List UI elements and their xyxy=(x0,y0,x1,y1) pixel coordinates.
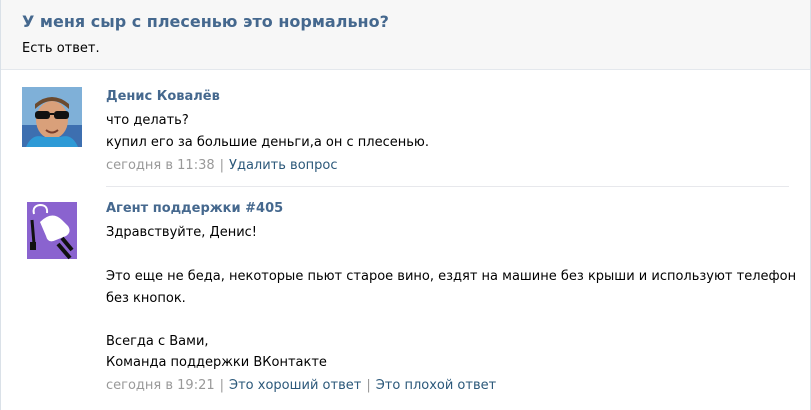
question-author-link[interactable]: Денис Ковалёв xyxy=(106,89,220,104)
user-photo-icon xyxy=(22,87,82,147)
ticket-title: У меня сыр с плесенью это нормально? xyxy=(22,12,389,31)
question-meta: сегодня в 11:38 | Удалить вопрос xyxy=(106,158,338,173)
ticket-status: Есть ответ. xyxy=(22,41,100,56)
question-date: сегодня в 11:38 xyxy=(106,158,215,173)
answer-text-line: Здравствуйте, Денис! xyxy=(106,225,258,240)
support-agent-logo-icon xyxy=(22,200,82,260)
user-avatar[interactable] xyxy=(22,87,82,147)
answer-text-line: Всегда с Вами, xyxy=(106,334,209,349)
answer-text-line: Это еще не беда, некоторые пьют старое в… xyxy=(106,269,797,284)
agent-avatar[interactable] xyxy=(22,200,82,260)
question-text-line: что делать? xyxy=(106,113,189,128)
meta-separator: | xyxy=(219,378,225,393)
good-answer-link[interactable]: Это хороший ответ xyxy=(229,378,361,393)
answer-meta: сегодня в 19:21 | Это хороший ответ | Это пл… xyxy=(106,378,496,393)
meta-separator: | xyxy=(219,158,225,173)
support-ticket-page: У меня сыр с плесенью это нормально? Ест… xyxy=(0,0,811,410)
bad-answer-link[interactable]: Это плохой ответ xyxy=(376,378,497,393)
answer-text-line: Команда поддержки ВКонтакте xyxy=(106,355,327,370)
answer-text-line: без кнопок. xyxy=(106,291,186,306)
message-divider xyxy=(106,186,789,187)
answer-date: сегодня в 19:21 xyxy=(106,378,215,393)
question-text-line: купил его за большие деньги,а он с плесе… xyxy=(106,135,429,150)
delete-question-link[interactable]: Удалить вопрос xyxy=(229,158,337,173)
agent-name: Агент поддержки #405 xyxy=(106,201,284,216)
meta-separator: | xyxy=(366,378,371,393)
ticket-header: У меня сыр с плесенью это нормально? Ест… xyxy=(1,0,810,70)
